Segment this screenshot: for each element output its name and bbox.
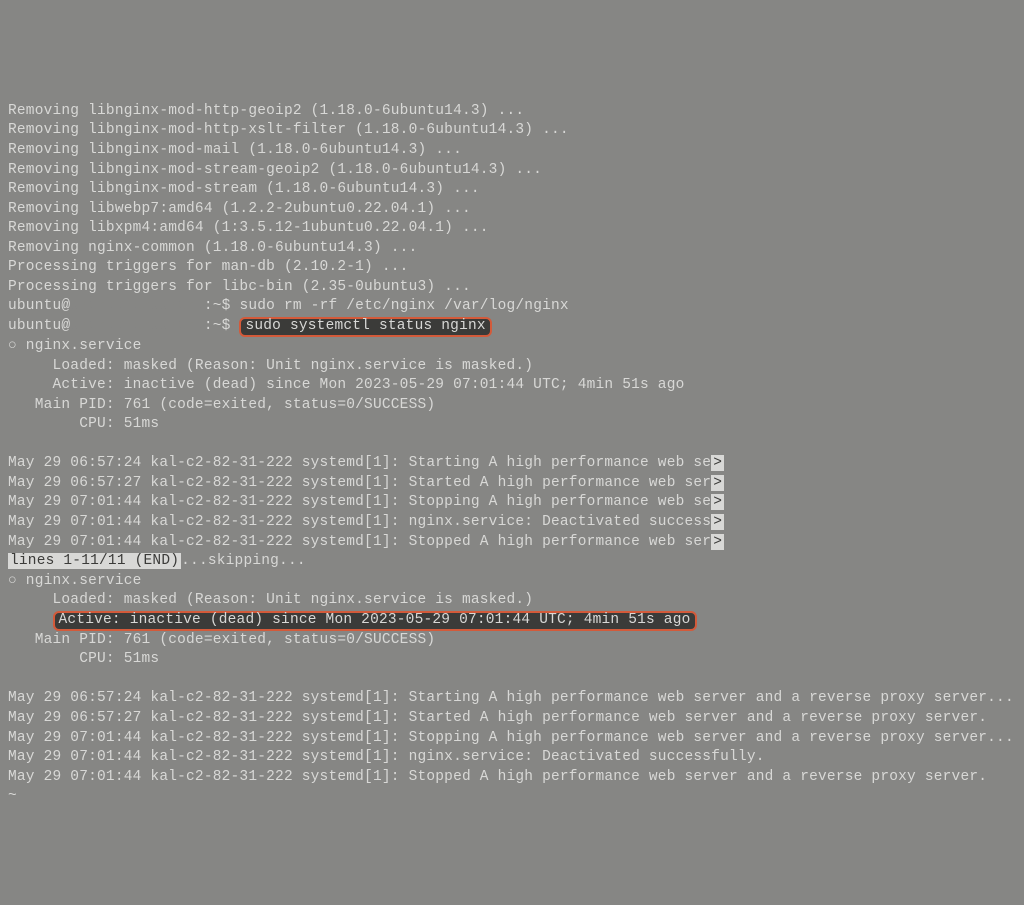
active-line: Active: inactive (dead) since Mon 2023-0… xyxy=(8,377,685,393)
output-line: Removing libnginx-mod-http-geoip2 (1.18.… xyxy=(8,103,524,119)
service-header: ○ nginx.service xyxy=(8,573,142,589)
output-line: Removing nginx-common (1.18.0-6ubuntu14.… xyxy=(8,240,417,256)
cpu-line: CPU: 51ms xyxy=(8,416,159,432)
output-line: Removing libnginx-mod-stream-geoip2 (1.1… xyxy=(8,162,542,178)
mainpid-line: Main PID: 761 (code=exited, status=0/SUC… xyxy=(8,632,435,648)
loaded-line: Loaded: masked (Reason: Unit nginx.servi… xyxy=(8,592,533,608)
service-header: ○ nginx.service xyxy=(8,338,142,354)
output-line: Processing triggers for libc-bin (2.35-0… xyxy=(8,279,471,295)
output-line: Removing libnginx-mod-mail (1.18.0-6ubun… xyxy=(8,142,462,158)
prompt: ubuntu@ xyxy=(8,318,70,334)
journal-line: May 29 06:57:27 kal-c2-82-31-222 systemd… xyxy=(8,710,987,726)
output-line: Removing libnginx-mod-http-xslt-filter (… xyxy=(8,122,569,138)
scroll-indicator: > xyxy=(711,514,724,530)
redacted-hostname: xxxxxxxxxxxxxxx xyxy=(70,297,204,317)
cpu-line: CPU: 51ms xyxy=(8,651,159,667)
scroll-indicator: > xyxy=(711,475,724,491)
journal-line: May 29 07:01:44 kal-c2-82-31-222 systemd… xyxy=(8,749,765,765)
scroll-indicator: > xyxy=(711,455,724,471)
journal-line: May 29 07:01:44 kal-c2-82-31-222 systemd… xyxy=(8,769,987,785)
pager-skipping: ...skipping... xyxy=(181,553,306,569)
highlighted-active-status: Active: inactive (dead) since Mon 2023-0… xyxy=(53,611,697,631)
journal-line: May 29 06:57:24 kal-c2-82-31-222 systemd… xyxy=(8,690,1014,706)
journal-line: May 29 06:57:24 kal-c2-82-31-222 systemd… xyxy=(8,455,711,471)
journal-line: May 29 07:01:44 kal-c2-82-31-222 systemd… xyxy=(8,534,711,550)
journal-line: May 29 07:01:44 kal-c2-82-31-222 systemd… xyxy=(8,494,711,510)
highlighted-command: sudo systemctl status nginx xyxy=(239,317,491,337)
output-line: Removing libnginx-mod-stream (1.18.0-6ub… xyxy=(8,181,480,197)
loaded-line: Loaded: masked (Reason: Unit nginx.servi… xyxy=(8,358,533,374)
scroll-indicator: > xyxy=(711,494,724,510)
journal-line: May 29 07:01:44 kal-c2-82-31-222 systemd… xyxy=(8,514,711,530)
tilde-line: ~ xyxy=(8,788,17,804)
terminal-output[interactable]: Removing libnginx-mod-http-geoip2 (1.18.… xyxy=(8,82,1016,807)
pager-status: lines 1-11/11 (END) xyxy=(8,553,181,569)
prompt-tail: :~$ xyxy=(204,298,240,314)
output-line: Removing libxpm4:amd64 (1:3.5.12-1ubuntu… xyxy=(8,220,489,236)
prompt-tail: :~$ xyxy=(204,318,240,334)
output-line: Processing triggers for man-db (2.10.2-1… xyxy=(8,259,409,275)
journal-line: May 29 07:01:44 kal-c2-82-31-222 systemd… xyxy=(8,730,1014,746)
journal-line: May 29 06:57:27 kal-c2-82-31-222 systemd… xyxy=(8,475,711,491)
prompt: ubuntu@ xyxy=(8,298,70,314)
mainpid-line: Main PID: 761 (code=exited, status=0/SUC… xyxy=(8,397,435,413)
output-line: Removing libwebp7:amd64 (1.2.2-2ubuntu0.… xyxy=(8,201,471,217)
redacted-hostname: xxxxxxxxxxxxxxx xyxy=(70,317,204,337)
scroll-indicator: > xyxy=(711,534,724,550)
active-indent xyxy=(8,612,53,628)
command-rm: sudo rm -rf /etc/nginx /var/log/nginx xyxy=(239,298,568,314)
